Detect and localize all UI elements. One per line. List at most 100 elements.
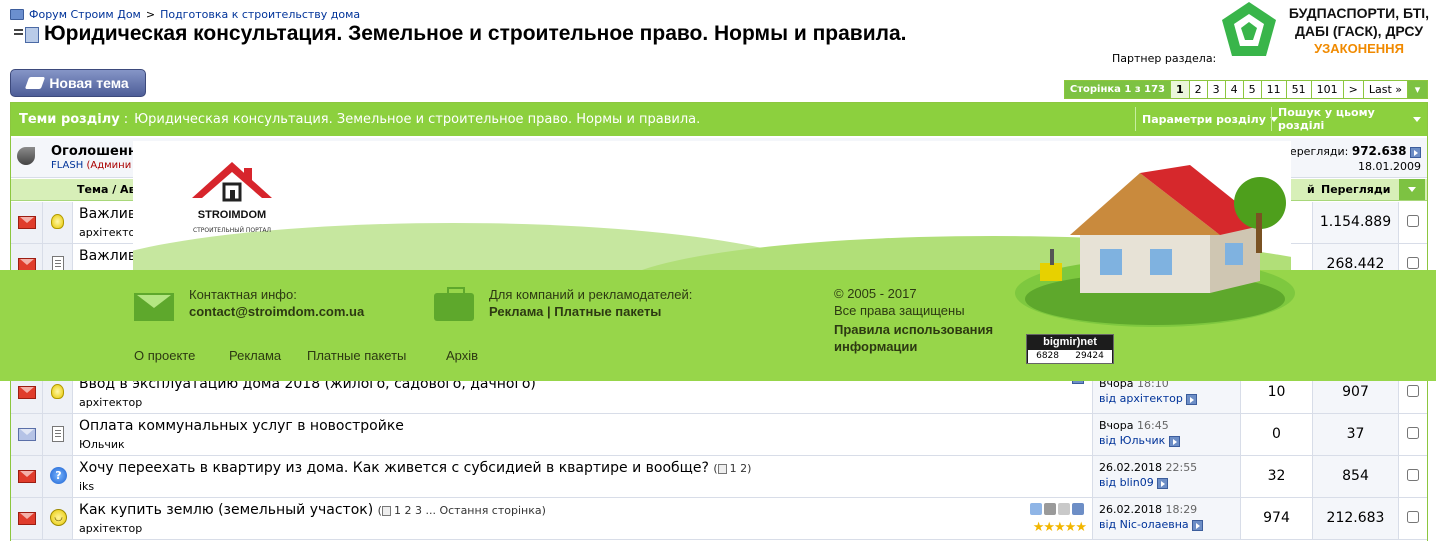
last-post-day: Вчора [1099, 419, 1134, 432]
trash-icon [1044, 503, 1056, 515]
partner-line-1: БУДПАСПОРТИ, БТІ, [1288, 5, 1430, 21]
topic-icon-cell: ? [43, 456, 73, 497]
read-envelope-icon [18, 428, 36, 441]
partner-line-3: УЗАКОНЕННЯ [1314, 41, 1404, 56]
page-link[interactable]: 4 [1224, 81, 1243, 98]
page-link[interactable]: 2 [1188, 81, 1207, 98]
thread-page-link[interactable]: 3 [415, 504, 422, 517]
views-cell: 37 [1313, 414, 1399, 455]
thread-checkbox[interactable] [1407, 385, 1419, 397]
thread-checkbox[interactable] [1407, 469, 1419, 481]
rights-text: Все права защищены [834, 303, 965, 318]
paid-packages-link[interactable]: Платные пакеты [554, 304, 661, 319]
last-page-link[interactable]: Last » [1362, 81, 1407, 98]
thread-page-link[interactable]: 1 [730, 462, 737, 475]
views-cell: 854 [1313, 456, 1399, 497]
page-link[interactable]: 51 [1285, 81, 1311, 98]
next-page-link[interactable]: > [1342, 81, 1363, 98]
thread-author[interactable]: Юльчик [79, 438, 125, 451]
thread-title[interactable]: Как купить землю (земельный участок) [79, 502, 373, 518]
page-link-current[interactable]: 1 [1169, 81, 1189, 98]
last-post-author[interactable]: від архітектор [1099, 392, 1183, 405]
topic-icon-cell [43, 414, 73, 455]
go-to-icon[interactable] [1192, 519, 1204, 531]
new-topic-icon [25, 77, 46, 89]
ads-link[interactable]: Реклама [489, 304, 543, 319]
thread-list-header: Теми розділу : Юридическая консультация.… [11, 103, 1427, 136]
page-link[interactable]: 5 [1242, 81, 1261, 98]
thread-checkbox[interactable] [1407, 427, 1419, 439]
ads-label: Для компаний и рекламодателей: [489, 287, 693, 302]
breadcrumb-root-link[interactable]: Форум Строим Дом [29, 8, 141, 21]
footer-nav-archive[interactable]: Архів [446, 348, 478, 363]
footer-nav-ads[interactable]: Реклама [229, 348, 281, 363]
new-posts-envelope-icon [18, 470, 36, 483]
briefcase-icon [434, 287, 474, 321]
last-post-date: 26.02.2018 18:29 [1099, 503, 1197, 516]
logo-subtitle: СТРОИТЕЛЬНЫЙ ПОРТАЛ [192, 227, 272, 234]
last-post-day: 26.02.2018 [1099, 503, 1162, 516]
pagination: Сторінка 1 з 173 1 2 3 4 5 11 51 101 > L… [1063, 80, 1428, 99]
go-to-icon[interactable] [1186, 393, 1198, 405]
go-to-icon[interactable] [1168, 435, 1180, 447]
last-post-date: Вчора 16:45 [1099, 419, 1169, 432]
thread-author[interactable]: архітектор [79, 396, 142, 409]
rating-stars-icon: ★★★★★ [1032, 520, 1087, 535]
forum-search-menu[interactable]: Пошук у цьому розділі [1271, 106, 1427, 132]
thread-page-link[interactable]: 2 [740, 462, 747, 475]
forum-tree-icon [14, 25, 39, 43]
table-row: ? Хочу переехать в квартиру из дома. Как… [11, 456, 1427, 498]
footer-nav-about[interactable]: О проекте [134, 348, 195, 363]
thread-page-link[interactable]: 1 [394, 504, 401, 517]
partner-banner[interactable]: БУДПАСПОРТИ, БТІ, ДАБІ (ГАСК), ДРСУ УЗАК… [1284, 4, 1434, 58]
new-posts-envelope-icon [18, 386, 36, 399]
last-post-author[interactable]: від blin09 [1099, 476, 1154, 489]
rules-link-line-2[interactable]: информации [834, 339, 917, 354]
page-link[interactable]: 101 [1310, 81, 1343, 98]
go-to-icon[interactable] [1157, 477, 1169, 489]
footer-nav-packages[interactable]: Платные пакеты [307, 348, 406, 363]
last-post-author[interactable]: від Юльчик [1099, 434, 1165, 447]
replies-cell: 0 [1241, 414, 1313, 455]
attachment-icon [1058, 503, 1070, 515]
page-title: Юридическая консультация. Земельное и ст… [44, 22, 907, 45]
forum-params-menu[interactable]: Параметри розділу [1135, 107, 1284, 131]
thread-title[interactable]: Оплата коммунальных услуг в новостройке [79, 418, 404, 434]
logo-name: STROIMDOM [197, 209, 267, 221]
thread-page-link[interactable]: 2 [404, 504, 411, 517]
partner-line-2: ДАБІ (ГАСК), ДРСУ [1294, 23, 1424, 39]
thread-pages: (1 2) [713, 462, 752, 475]
pagination-dropdown-icon[interactable]: ▾ [1407, 81, 1427, 98]
replies-cell: 974 [1241, 498, 1313, 539]
counter-values: 6828 29424 [1028, 350, 1112, 363]
partner-label: Партнер раздела: [1112, 52, 1217, 65]
envelope-icon [134, 293, 174, 321]
views-cell: 212.683 [1313, 498, 1399, 539]
last-post-by: від blin09 [1099, 476, 1169, 489]
counter-value-b: 29424 [1075, 351, 1104, 361]
new-topic-button[interactable]: Новая тема [10, 69, 146, 97]
bulb-icon [51, 384, 64, 399]
status-cell [11, 414, 43, 455]
thread-last-page-link[interactable]: Остання сторінка [439, 504, 541, 517]
note-icon [52, 426, 64, 442]
counter-value-a: 6828 [1036, 351, 1060, 361]
partner-logo[interactable] [1218, 0, 1280, 62]
last-post-author[interactable]: від Nic-олаевна [1099, 518, 1189, 531]
last-post-cell: Вчора 16:45 від Юльчик [1093, 414, 1241, 455]
topic-cell: Оплата коммунальных услуг в новостройке … [73, 414, 1093, 455]
breadcrumb-section-link[interactable]: Подготовка к строительству дома [160, 8, 360, 21]
thread-author[interactable]: iks [79, 480, 94, 493]
thread-title[interactable]: Хочу переехать в квартиру из дома. Как ж… [79, 460, 709, 476]
page-link[interactable]: 11 [1260, 81, 1286, 98]
bigmir-counter[interactable]: bigmir)net 6828 29424 [1026, 334, 1114, 364]
rules-link-line-1[interactable]: Правила использования [834, 322, 993, 337]
contact-email-link[interactable]: contact@stroimdom.com.ua [189, 304, 364, 319]
page-link[interactable]: 3 [1206, 81, 1225, 98]
thread-checkbox[interactable] [1407, 511, 1419, 523]
last-post-time: 18:29 [1165, 503, 1198, 516]
select-cell [1399, 414, 1427, 455]
forum-search-label: Пошук у цьому розділі [1278, 106, 1375, 132]
topic-icon-cell: ◡ [43, 498, 73, 539]
thread-author[interactable]: архітектор [79, 522, 142, 535]
